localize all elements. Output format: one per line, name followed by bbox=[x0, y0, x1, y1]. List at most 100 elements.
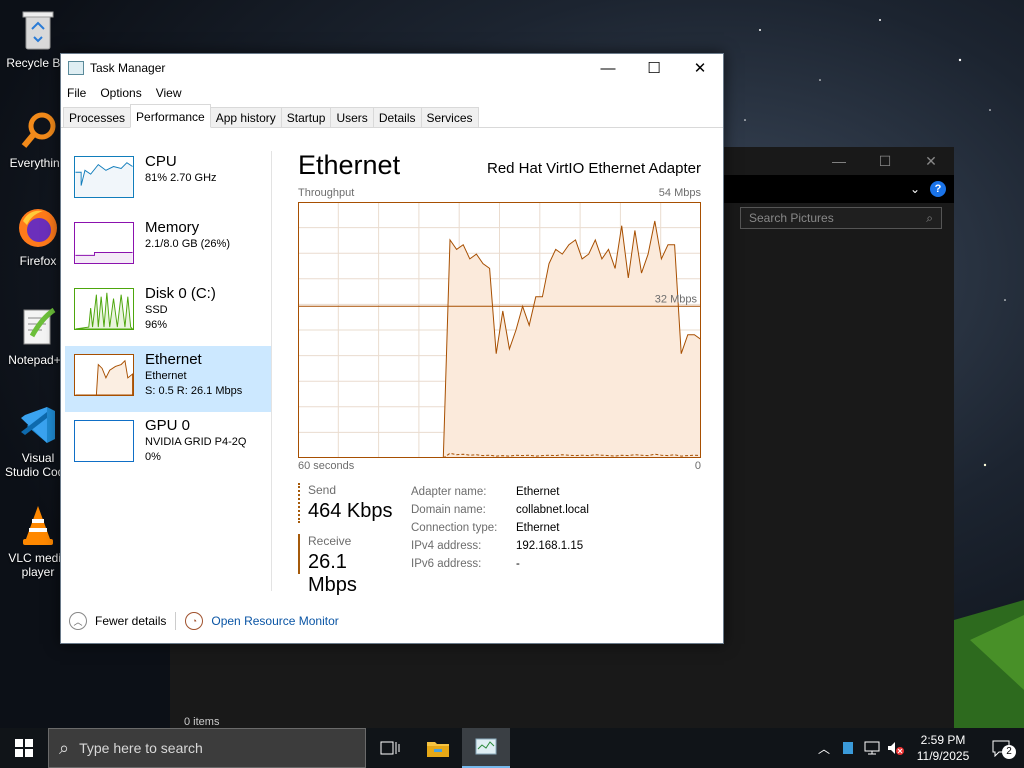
sidebar-item-detail: Ethernet bbox=[145, 370, 187, 382]
notification-count: 2 bbox=[1002, 745, 1016, 759]
tray-app-icon[interactable] bbox=[836, 741, 860, 755]
task-manager-icon bbox=[68, 61, 84, 75]
sidebar-item-detail: 2.1/8.0 GB (26%) bbox=[145, 238, 230, 250]
vlc-icon bbox=[16, 503, 60, 547]
send-label: Send bbox=[308, 483, 337, 497]
sidebar-item-usage: S: 0.5 R: 26.1 Mbps bbox=[145, 385, 243, 397]
receive-stat: Receive 26.1 Mbps bbox=[298, 534, 398, 596]
property-key: IPv6 address: bbox=[411, 558, 482, 570]
maximize-icon[interactable]: ☐ bbox=[862, 153, 908, 170]
chevron-down-icon[interactable]: ⌄ bbox=[910, 182, 920, 196]
property-row: IPv6 address: - bbox=[411, 555, 589, 573]
open-resource-monitor-link[interactable]: Open Resource Monitor bbox=[211, 614, 338, 628]
notepad-plus-plus-icon bbox=[16, 305, 60, 349]
clock[interactable]: 2:59 PM 11/9/2025 bbox=[908, 732, 978, 764]
minimize-icon[interactable]: — bbox=[816, 153, 862, 169]
search-placeholder: Search Pictures bbox=[749, 211, 834, 225]
tab-processes[interactable]: Processes bbox=[63, 107, 132, 127]
property-key: Adapter name: bbox=[411, 486, 487, 498]
tab-app-history[interactable]: App history bbox=[209, 107, 282, 127]
sidebar-item-detail: SSD bbox=[145, 304, 168, 316]
close-icon[interactable]: ✕ bbox=[908, 153, 954, 170]
sidebar-item-usage: 0% bbox=[145, 451, 161, 463]
sidebar-item-cpu[interactable]: CPU 81% 2.70 GHz bbox=[65, 148, 271, 214]
sidebar-item-ethernet[interactable]: Ethernet Ethernet S: 0.5 R: 26.1 Mbps bbox=[65, 346, 271, 412]
tab-services[interactable]: Services bbox=[420, 107, 479, 127]
cpu-mini-graph bbox=[74, 156, 134, 198]
adapter-properties: Adapter name: Ethernet Domain name: collab… bbox=[411, 483, 589, 573]
property-key: Domain name: bbox=[411, 504, 486, 516]
property-key: IPv4 address: bbox=[411, 540, 482, 552]
search-pictures-input[interactable]: Search Pictures ⌕ bbox=[740, 207, 942, 229]
taskbar: ⌕ Type here to search ︿ 2:59 PM 11/9/202… bbox=[0, 728, 1024, 768]
task-manager-taskbar-button[interactable] bbox=[462, 728, 510, 768]
tab-bar: Processes Performance App history Startu… bbox=[61, 104, 723, 128]
explorer-status-bar: 0 items bbox=[170, 716, 954, 728]
sidebar-item-memory[interactable]: Memory 2.1/8.0 GB (26%) bbox=[65, 214, 271, 280]
sidebar-item-title: CPU bbox=[145, 153, 177, 170]
disk-mini-graph bbox=[74, 288, 134, 330]
gpu-mini-graph bbox=[74, 420, 134, 462]
task-view-button[interactable] bbox=[366, 728, 414, 768]
sidebar-item-disk[interactable]: Disk 0 (C:) SSD 96% bbox=[65, 280, 271, 346]
page-title: Ethernet bbox=[298, 150, 401, 180]
menu-bar: File Options View bbox=[61, 82, 723, 104]
tab-users[interactable]: Users bbox=[330, 107, 374, 127]
memory-mini-graph bbox=[74, 222, 134, 264]
sidebar-item-detail: NVIDIA GRID P4-2Q bbox=[145, 436, 247, 448]
chevron-up-icon[interactable]: ︿ bbox=[69, 612, 87, 630]
property-value: collabnet.local bbox=[516, 504, 589, 516]
footer: ︿ Fewer details ◔ Open Resource Monitor bbox=[69, 612, 339, 630]
sidebar-item-title: Ethernet bbox=[145, 351, 202, 368]
taskbar-search-box[interactable]: ⌕ Type here to search bbox=[48, 728, 366, 768]
menu-view[interactable]: View bbox=[156, 86, 182, 100]
clock-time: 2:59 PM bbox=[920, 733, 966, 747]
search-icon: ⌕ bbox=[59, 737, 70, 758]
help-icon[interactable]: ? bbox=[930, 181, 946, 197]
file-explorer-button[interactable] bbox=[414, 728, 462, 768]
property-value: - bbox=[516, 558, 520, 570]
property-row: Domain name: collabnet.local bbox=[411, 501, 589, 519]
search-icon: ⌕ bbox=[926, 211, 933, 225]
window-title: Task Manager bbox=[90, 61, 166, 75]
fewer-details-button[interactable]: Fewer details bbox=[95, 614, 166, 628]
search-placeholder: Type here to search bbox=[79, 740, 203, 756]
menu-options[interactable]: Options bbox=[100, 86, 141, 100]
ethernet-mini-graph bbox=[74, 354, 134, 396]
network-icon[interactable] bbox=[860, 741, 884, 755]
clock-date: 11/9/2025 bbox=[916, 749, 970, 763]
sidebar-item-usage: 96% bbox=[145, 319, 168, 331]
adapter-description: Red Hat VirtIO Ethernet Adapter bbox=[486, 160, 701, 177]
footer-divider bbox=[175, 612, 177, 630]
item-count: 0 items bbox=[184, 716, 220, 728]
maximize-button[interactable]: ☐ bbox=[631, 54, 677, 82]
sidebar-item-gpu[interactable]: GPU 0 NVIDIA GRID P4-2Q 0% bbox=[65, 412, 271, 478]
tab-details[interactable]: Details bbox=[372, 107, 422, 127]
recycle-bin-icon bbox=[16, 8, 60, 52]
volume-muted-icon[interactable] bbox=[884, 741, 908, 755]
system-tray: ︿ 2:59 PM 11/9/2025 2 bbox=[812, 728, 1024, 768]
notification-center-button[interactable]: 2 bbox=[978, 739, 1024, 759]
task-manager-icon bbox=[475, 738, 497, 755]
chevron-up-icon[interactable]: ︿ bbox=[812, 740, 836, 757]
tab-startup[interactable]: Startup bbox=[280, 107, 332, 127]
menu-file[interactable]: File bbox=[67, 86, 86, 100]
firefox-icon bbox=[16, 206, 60, 250]
tab-performance[interactable]: Performance bbox=[130, 104, 211, 128]
sidebar-divider bbox=[271, 151, 272, 591]
chart-y-label: Throughput bbox=[298, 187, 355, 199]
sidebar-item-title: Disk 0 (C:) bbox=[145, 285, 216, 302]
receive-value: 26.1 Mbps bbox=[308, 551, 357, 596]
throughput-chart: 32 Mbps bbox=[298, 202, 701, 458]
task-manager-window[interactable]: Task Manager — ☐ ✕ File Options View Pro… bbox=[60, 53, 724, 644]
property-value: Ethernet bbox=[516, 522, 560, 534]
start-button[interactable] bbox=[0, 728, 48, 768]
chart-x-left: 60 seconds bbox=[298, 460, 355, 472]
property-row: IPv4 address: 192.168.1.15 bbox=[411, 537, 589, 555]
minimize-button[interactable]: — bbox=[585, 54, 631, 82]
title-bar[interactable]: Task Manager — ☐ ✕ bbox=[61, 54, 723, 82]
scale-label: 32 Mbps bbox=[655, 293, 698, 305]
property-row: Connection type: Ethernet bbox=[411, 519, 589, 537]
close-button[interactable]: ✕ bbox=[677, 54, 723, 82]
sidebar-item-title: Memory bbox=[145, 219, 200, 236]
